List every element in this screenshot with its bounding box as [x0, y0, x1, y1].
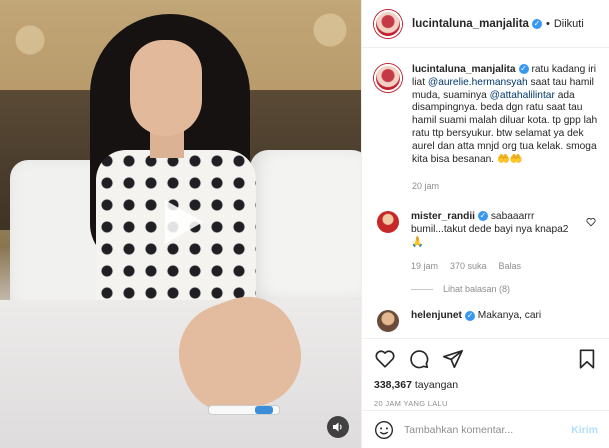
video-player[interactable] [0, 0, 361, 448]
video-pillow-right [250, 150, 361, 310]
heart-icon[interactable] [374, 348, 396, 370]
header-username[interactable]: lucintaluna_manjalita [412, 18, 529, 30]
comment-input[interactable] [404, 423, 572, 436]
commenter-avatar[interactable] [377, 310, 399, 333]
video-pregnancy-test [208, 405, 280, 415]
reply-button[interactable]: Balas [499, 260, 522, 273]
video-person-face [130, 40, 202, 136]
play-icon[interactable] [159, 196, 207, 248]
bookmark-icon[interactable] [576, 348, 598, 370]
avatar[interactable] [374, 9, 402, 38]
comment-username[interactable]: helenjunet [411, 310, 462, 321]
views-count[interactable]: 338,367 tayangan [374, 379, 598, 391]
add-comment-bar: Kirim [362, 410, 609, 448]
verified-badge-icon: ✓ [464, 310, 475, 321]
post-sidebar: lucintaluna_manjalita ✓ • Diikuti lucint… [361, 0, 609, 448]
view-replies-button[interactable]: Lihat balasan (8) [411, 284, 609, 294]
mention-link[interactable]: @attahalilintar [490, 90, 555, 101]
comments-list[interactable]: lucintaluna_manjalita ✓ ratu kadang iri l… [362, 48, 609, 338]
list-item: helenjunet ✓ Makanya, cari [362, 294, 609, 333]
caption: lucintaluna_manjalita ✓ ratu kadang iri l… [362, 48, 609, 193]
video-bedsheet [0, 300, 361, 448]
verified-badge-icon: ✓ [477, 211, 488, 222]
caption-body: lucintaluna_manjalita ✓ ratu kadang iri l… [412, 64, 598, 193]
comment-text: Makanya, cari [474, 310, 542, 322]
views-label: tayangan [411, 379, 459, 391]
view-replies-label: Lihat balasan (8) [443, 284, 511, 295]
following-button[interactable]: Diikuti [554, 18, 584, 30]
comment-timestamp[interactable]: 19 jam [411, 260, 438, 273]
verified-badge-icon: ✓ [518, 64, 529, 75]
list-item: mister_randii ✓ sabaaarrr bumil...takut d… [362, 193, 609, 272]
action-icons [374, 347, 598, 371]
commenter-avatar[interactable] [377, 211, 399, 234]
comment-body: mister_randii ✓ sabaaarrr bumil...takut d… [411, 211, 579, 272]
emoji-icon[interactable] [374, 420, 394, 440]
post-header: lucintaluna_manjalita ✓ • Diikuti [362, 0, 609, 48]
caption-avatar[interactable] [374, 64, 402, 92]
post-actions: 338,367 tayangan 20 JAM YANG LALU [362, 338, 609, 408]
header-separator: • [545, 17, 550, 30]
comment-meta: 19 jam 370 suka Balas [411, 260, 579, 273]
speaker-icon[interactable] [327, 416, 349, 438]
post-date[interactable]: 20 JAM YANG LALU [374, 399, 598, 408]
mention-link[interactable]: @aurelie.hermansyah [428, 77, 528, 88]
caption-username[interactable]: lucintaluna_manjalita [412, 64, 516, 75]
comment-body: helenjunet ✓ Makanya, cari [411, 310, 579, 332]
comment-likes[interactable]: 370 suka [450, 260, 487, 273]
replies-divider [411, 288, 433, 290]
send-icon[interactable] [442, 348, 464, 370]
comment-username[interactable]: mister_randii [411, 211, 475, 222]
heart-icon[interactable] [586, 217, 596, 227]
verified-badge-icon: ✓ [531, 18, 542, 29]
post-comment-button[interactable]: Kirim [571, 424, 598, 436]
views-number: 338,367 [374, 379, 412, 391]
caption-timestamp[interactable]: 20 jam [412, 180, 598, 193]
comment-icon[interactable] [408, 348, 430, 370]
